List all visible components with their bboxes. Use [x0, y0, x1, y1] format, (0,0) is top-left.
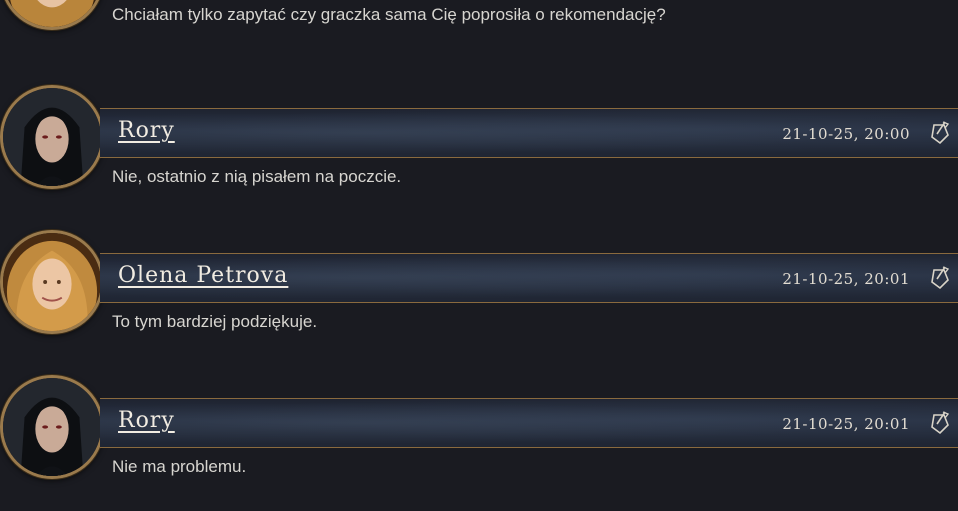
female-avatar-image — [3, 0, 101, 27]
post: Rory 21-10-25, 20:00 Nie, ostatnio z nią… — [0, 85, 958, 195]
quill-quote-icon[interactable] — [928, 121, 950, 145]
post-date: 21-10-25, 20:00 — [782, 125, 910, 143]
avatar[interactable] — [0, 85, 104, 189]
post-message: Chciałam tylko zapytać czy graczka sama … — [112, 5, 666, 24]
post-message: Nie ma problemu. — [112, 457, 247, 476]
avatar[interactable] — [0, 375, 104, 479]
post-message: To tym bardziej podziękuje. — [112, 312, 318, 331]
post-header: Rory 21-10-25, 20:00 — [100, 108, 958, 158]
female-avatar-image — [3, 233, 101, 331]
avatar[interactable] — [0, 0, 104, 30]
post: Rory 21-10-25, 20:01 Nie ma problemu. — [0, 375, 958, 485]
quill-quote-icon[interactable] — [928, 266, 950, 290]
message-thread: Chciałam tylko zapytać czy graczka sama … — [0, 0, 958, 511]
post-date: 21-10-25, 20:01 — [782, 270, 910, 288]
post: Olena Petrova 21-10-25, 20:01 To tym bar… — [0, 230, 958, 340]
male-avatar-image — [3, 88, 101, 186]
avatar[interactable] — [0, 230, 104, 334]
post-date: 21-10-25, 20:01 — [782, 415, 910, 433]
post-header: Rory 21-10-25, 20:01 — [100, 398, 958, 448]
post: Chciałam tylko zapytać czy graczka sama … — [0, 0, 958, 60]
quill-quote-icon[interactable] — [928, 411, 950, 435]
post-header: Olena Petrova 21-10-25, 20:01 — [100, 253, 958, 303]
author-name[interactable]: Rory — [118, 118, 175, 143]
male-avatar-image — [3, 378, 101, 476]
post-message: Nie, ostatnio z nią pisałem na poczcie. — [112, 167, 402, 186]
author-name[interactable]: Olena Petrova — [118, 263, 288, 288]
author-name[interactable]: Rory — [118, 408, 175, 433]
